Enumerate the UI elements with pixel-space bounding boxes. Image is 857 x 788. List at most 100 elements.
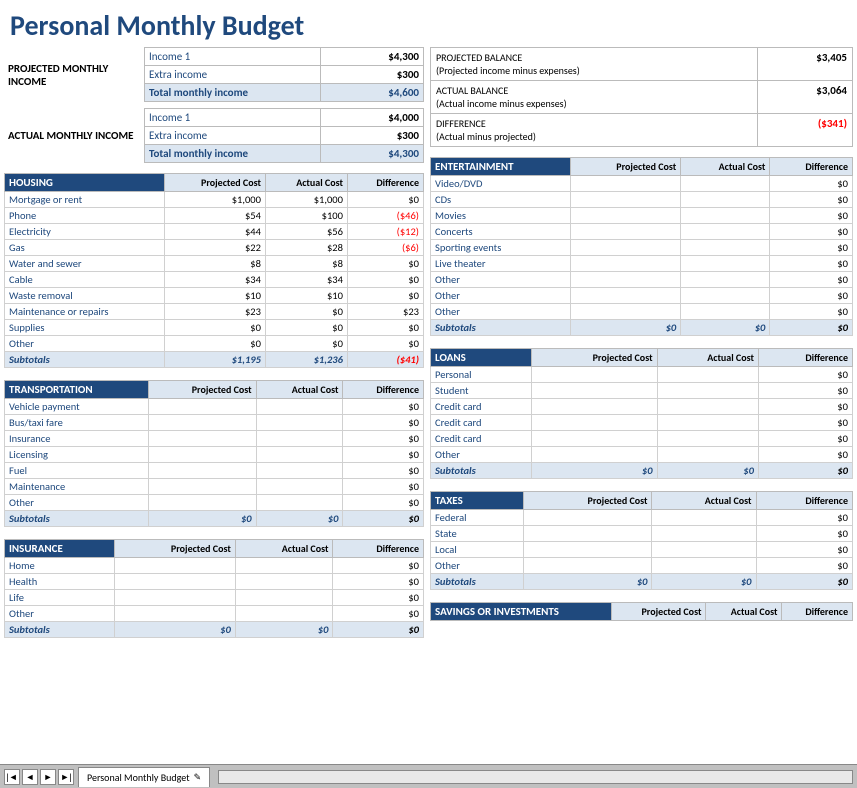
actual-balance-row: ACTUAL BALANCE (Actual income minus expe… (431, 81, 853, 114)
item-name: Water and sewer (5, 256, 165, 272)
proj-value: $22 (164, 240, 265, 256)
last-sheet-button[interactable]: ►| (58, 769, 74, 785)
item-name: Credit card (431, 431, 532, 447)
sheet-tab-label: Personal Monthly Budget (87, 771, 190, 784)
page-wrapper: Personal Monthly Budget PROJECTED MONTHL… (0, 0, 857, 788)
actual-extra-label: Extra income (145, 127, 321, 145)
actual-value: $0 (265, 304, 347, 320)
proj-value (532, 431, 657, 447)
item-name: Maintenance or repairs (5, 304, 165, 320)
proj-value (571, 240, 681, 256)
proj-value (532, 383, 657, 399)
proj-value (523, 542, 652, 558)
actual-value: $34 (265, 272, 347, 288)
actual-value (681, 288, 770, 304)
sheet-tab-icon: ✎ (194, 772, 202, 783)
item-name: Credit card (431, 399, 532, 415)
item-name: Vehicle payment (5, 399, 149, 415)
housing-section: HOUSING Projected Cost Actual Cost Diffe… (4, 173, 424, 368)
actual-cost-header: Actual Cost (256, 381, 343, 399)
proj-value (149, 495, 256, 511)
proj-value (571, 288, 681, 304)
actual-value (256, 431, 343, 447)
sheet-navigation[interactable]: |◄ ◄ ► ►| (4, 769, 74, 785)
prev-sheet-button[interactable]: ◄ (22, 769, 38, 785)
entertainment-section: ENTERTAINMENT Projected Cost Actual Cost… (430, 157, 853, 336)
header-row: TAXES Projected Cost Actual Cost Differe… (431, 492, 853, 510)
actual-extra-value: $300 (321, 127, 424, 145)
diff-value: $0 (756, 526, 853, 542)
table-row: Other $0 (431, 272, 853, 288)
table-row: Maintenance or repairs $23 $0 $23 (5, 304, 424, 320)
table-row: Extra income $300 (145, 66, 424, 84)
actual-value: $28 (265, 240, 347, 256)
transportation-header: TRANSPORTATION (5, 381, 149, 399)
projected-balance-row: PROJECTED BALANCE (Projected income minu… (431, 48, 853, 81)
diff-value: $0 (343, 463, 424, 479)
insurance-table: INSURANCE Projected Cost Actual Cost Dif… (4, 539, 424, 638)
actual-value (681, 304, 770, 320)
diff-header: Difference (782, 603, 853, 621)
diff-value: $0 (343, 495, 424, 511)
diff-header: Difference (770, 158, 853, 176)
diff-value: $0 (333, 606, 424, 622)
table-row: Other $0 (431, 288, 853, 304)
subtotal-row: Subtotals $0 $0 $0 (5, 511, 424, 527)
subtotal-label: Subtotals (5, 511, 149, 527)
actual-income-label: ACTUAL MONTHLY INCOME (4, 108, 144, 163)
item-name: Credit card (431, 415, 532, 431)
table-row: Health $0 (5, 574, 424, 590)
actual-balance-label: ACTUAL BALANCE (Actual income minus expe… (431, 81, 758, 114)
proj-value: $10 (164, 288, 265, 304)
proj-value (532, 367, 657, 383)
actual-cost-header: Actual Cost (652, 492, 756, 510)
diff-header: Difference (333, 540, 424, 558)
difference-label: DIFFERENCE (Actual minus projected) (431, 114, 758, 147)
item-name: Other (5, 495, 149, 511)
actual-value (235, 590, 333, 606)
horizontal-scrollbar[interactable] (218, 770, 853, 784)
proj-value: $0 (164, 320, 265, 336)
proj-value (571, 272, 681, 288)
taskbar: |◄ ◄ ► ►| Personal Monthly Budget ✎ (0, 764, 857, 788)
diff-value: $0 (347, 192, 423, 208)
actual-value (681, 224, 770, 240)
diff-header: Difference (756, 492, 853, 510)
next-sheet-button[interactable]: ► (40, 769, 56, 785)
actual-value (681, 208, 770, 224)
table-row: Live theater $0 (431, 256, 853, 272)
table-row: Bus/taxi fare $0 (5, 415, 424, 431)
actual-value (657, 383, 758, 399)
table-row: Movies $0 (431, 208, 853, 224)
proj-value (115, 558, 236, 574)
proj-value (523, 558, 652, 574)
proj-value (532, 399, 657, 415)
left-panel: PROJECTED MONTHLY INCOME Income 1 $4,300… (4, 47, 424, 644)
first-sheet-button[interactable]: |◄ (4, 769, 20, 785)
table-row: Extra income $300 (145, 127, 424, 145)
actual-value (652, 510, 756, 526)
actual-value (256, 479, 343, 495)
table-row: Credit card $0 (431, 431, 853, 447)
diff-value: $0 (758, 367, 852, 383)
sheet-tab[interactable]: Personal Monthly Budget ✎ (78, 767, 210, 787)
total-row: Total monthly income $4,600 (145, 84, 424, 102)
diff-value: $0 (770, 208, 853, 224)
actual-value (681, 272, 770, 288)
proj-value (532, 415, 657, 431)
item-name: Other (431, 304, 571, 320)
diff-value: $0 (770, 256, 853, 272)
taxes-header: TAXES (431, 492, 524, 510)
proj-value: $0 (164, 336, 265, 352)
extra-income-value: $300 (321, 66, 424, 84)
item-name: Other (431, 447, 532, 463)
item-name: State (431, 526, 524, 542)
subtotal-actual: $0 (256, 511, 343, 527)
table-row: Credit card $0 (431, 399, 853, 415)
proj-value (571, 256, 681, 272)
projected-income-section: PROJECTED MONTHLY INCOME Income 1 $4,300… (4, 47, 424, 102)
subtotal-proj: $0 (532, 463, 657, 479)
proj-value (115, 606, 236, 622)
actual-value (681, 176, 770, 192)
proj-value (149, 447, 256, 463)
